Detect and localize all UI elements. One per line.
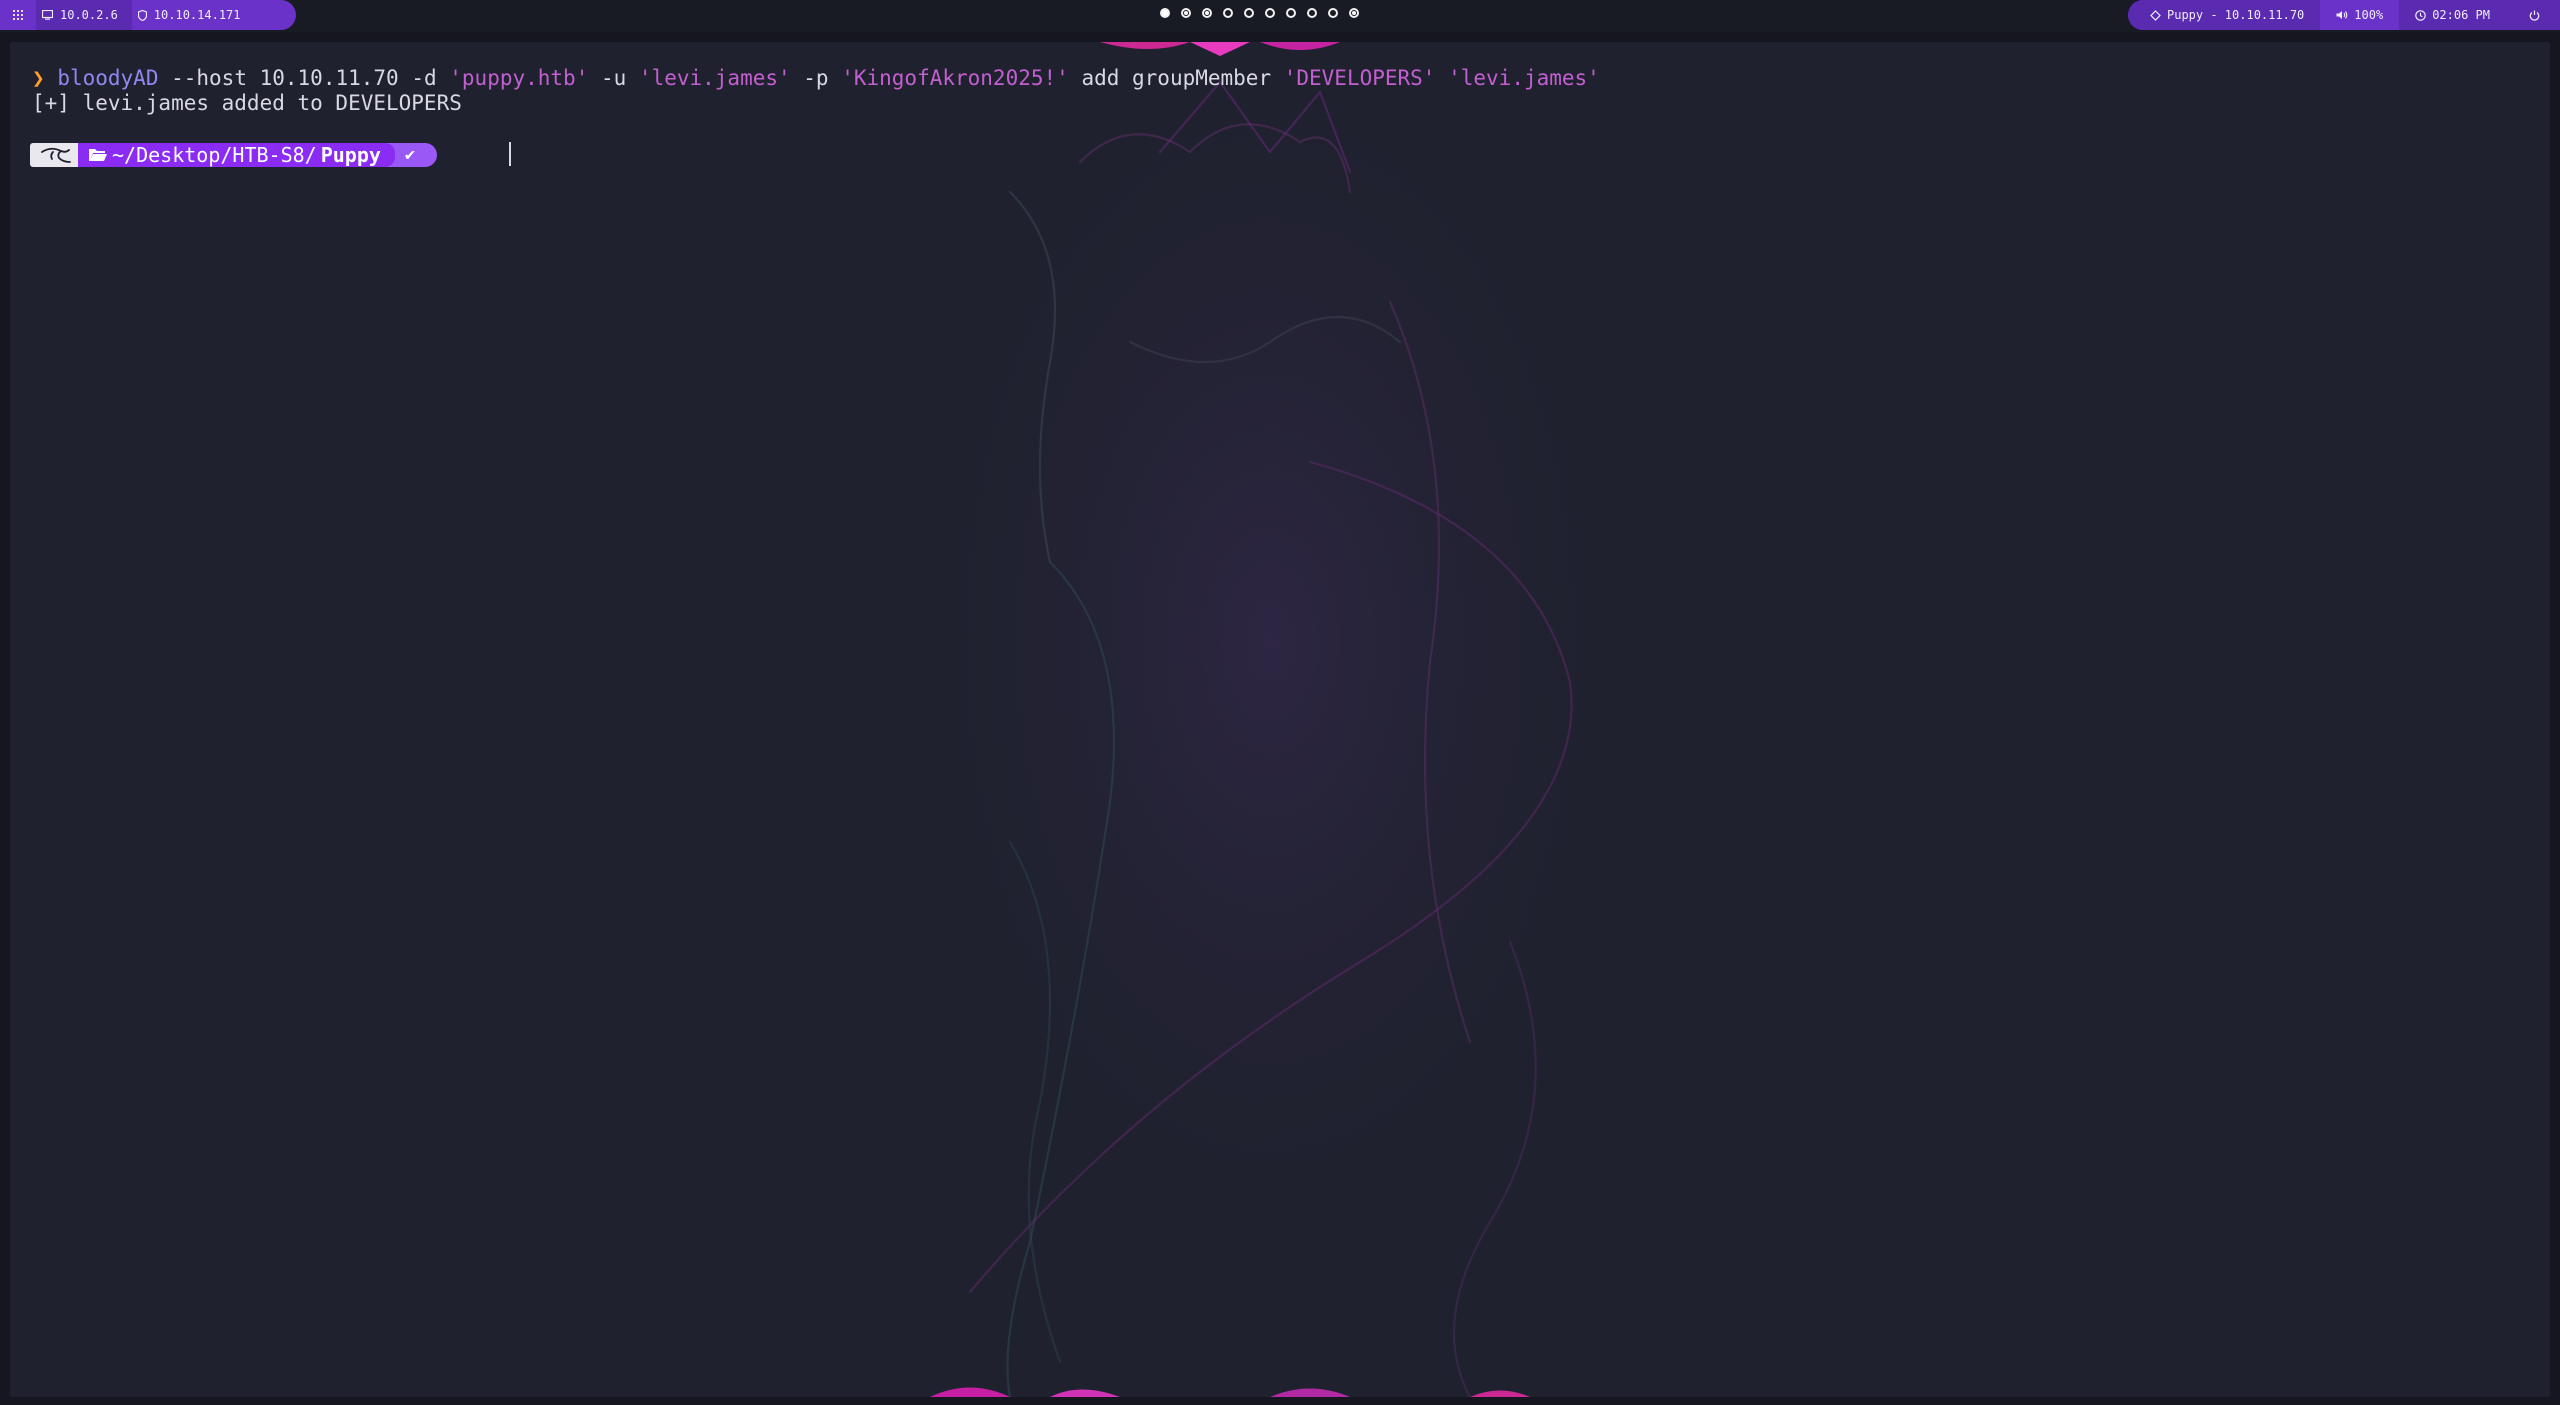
clock-text: 02:06 PM — [2432, 8, 2490, 22]
top-bar-right-module: Puppy - 10.10.11.70 100% 02:06 PM — [2128, 0, 2560, 30]
workspace-4[interactable] — [1223, 8, 1233, 18]
command-result: [+] levi.james added to DEVELOPERS — [32, 91, 462, 115]
command-args: --host 10.10.11.70 -d — [158, 66, 450, 90]
target-icon — [2150, 9, 2161, 21]
workspace-9[interactable] — [1328, 8, 1338, 18]
subcommand: add groupMember — [1068, 66, 1284, 90]
apps-menu-button[interactable] — [0, 0, 36, 30]
success-check-icon: ✔ — [404, 145, 416, 165]
workspace-7[interactable] — [1286, 8, 1296, 18]
password-arg: 'KingofAkron2025!' — [841, 66, 1069, 90]
group-arg: 'DEVELOPERS' — [1283, 66, 1436, 90]
text-cursor[interactable] — [509, 142, 511, 166]
directory-current: Puppy — [320, 143, 381, 167]
user-flag: -u — [588, 66, 639, 90]
shield-icon — [137, 9, 147, 21]
workspace-switcher — [1160, 8, 1359, 18]
workspace-2[interactable] — [1181, 8, 1191, 18]
user-arg: 'levi.james' — [638, 66, 791, 90]
kali-dragon-icon — [41, 147, 71, 163]
clock-icon — [2415, 9, 2426, 21]
workspace-3[interactable] — [1202, 8, 1212, 18]
workspace-8[interactable] — [1307, 8, 1317, 18]
directory-segment: ~/Desktop/HTB-S8/Puppy — [78, 143, 395, 167]
password-flag: -p — [790, 66, 842, 90]
target-module[interactable]: Puppy - 10.10.11.70 — [2128, 0, 2321, 30]
wallpaper-illustration — [850, 42, 1690, 1397]
workspace-6[interactable] — [1265, 8, 1275, 18]
workspace-1[interactable] — [1160, 8, 1170, 18]
workspace-5[interactable] — [1244, 8, 1254, 18]
prompt-arrow: ❯ — [32, 66, 45, 90]
clock-module[interactable]: 02:06 PM — [2399, 0, 2560, 30]
workspace-10[interactable] — [1349, 8, 1359, 18]
terminal-output: ❯ bloodyAD --host 10.10.11.70 -d 'puppy.… — [32, 66, 1600, 116]
vpn-ip-module[interactable]: 10.10.14.171 — [131, 0, 255, 30]
power-icon[interactable] — [2529, 10, 2540, 21]
vpn-ip-text: 10.10.14.171 — [153, 8, 241, 22]
local-ip-module[interactable]: 10.0.2.6 — [36, 0, 132, 30]
domain-arg: 'puppy.htb' — [449, 66, 589, 90]
shell-prompt: ~/Desktop/HTB-S8/Puppy ✔ — [30, 143, 438, 167]
directory-path: ~/Desktop/HTB-S8/ — [112, 143, 317, 167]
member-arg: 'levi.james' — [1448, 66, 1600, 90]
apps-grid-icon — [13, 10, 23, 20]
folder-open-icon — [89, 149, 107, 161]
top-bar-left-module: 10.0.2.6 10.10.14.171 — [0, 0, 296, 30]
os-segment — [30, 143, 82, 167]
terminal-window[interactable]: ❯ bloodyAD --host 10.10.11.70 -d 'puppy.… — [10, 42, 2550, 1397]
command-name: bloodyAD — [57, 66, 159, 90]
volume-icon — [2336, 11, 2348, 19]
volume-text: 100% — [2354, 8, 2384, 22]
monitor-icon — [42, 10, 53, 20]
target-text: Puppy - 10.10.11.70 — [2167, 8, 2305, 22]
volume-module[interactable]: 100% — [2320, 0, 2400, 30]
arg-space — [1435, 66, 1448, 90]
top-bar: 10.0.2.6 10.10.14.171 Puppy - 10.10.11.7… — [0, 0, 2560, 32]
local-ip-text: 10.0.2.6 — [60, 8, 118, 22]
